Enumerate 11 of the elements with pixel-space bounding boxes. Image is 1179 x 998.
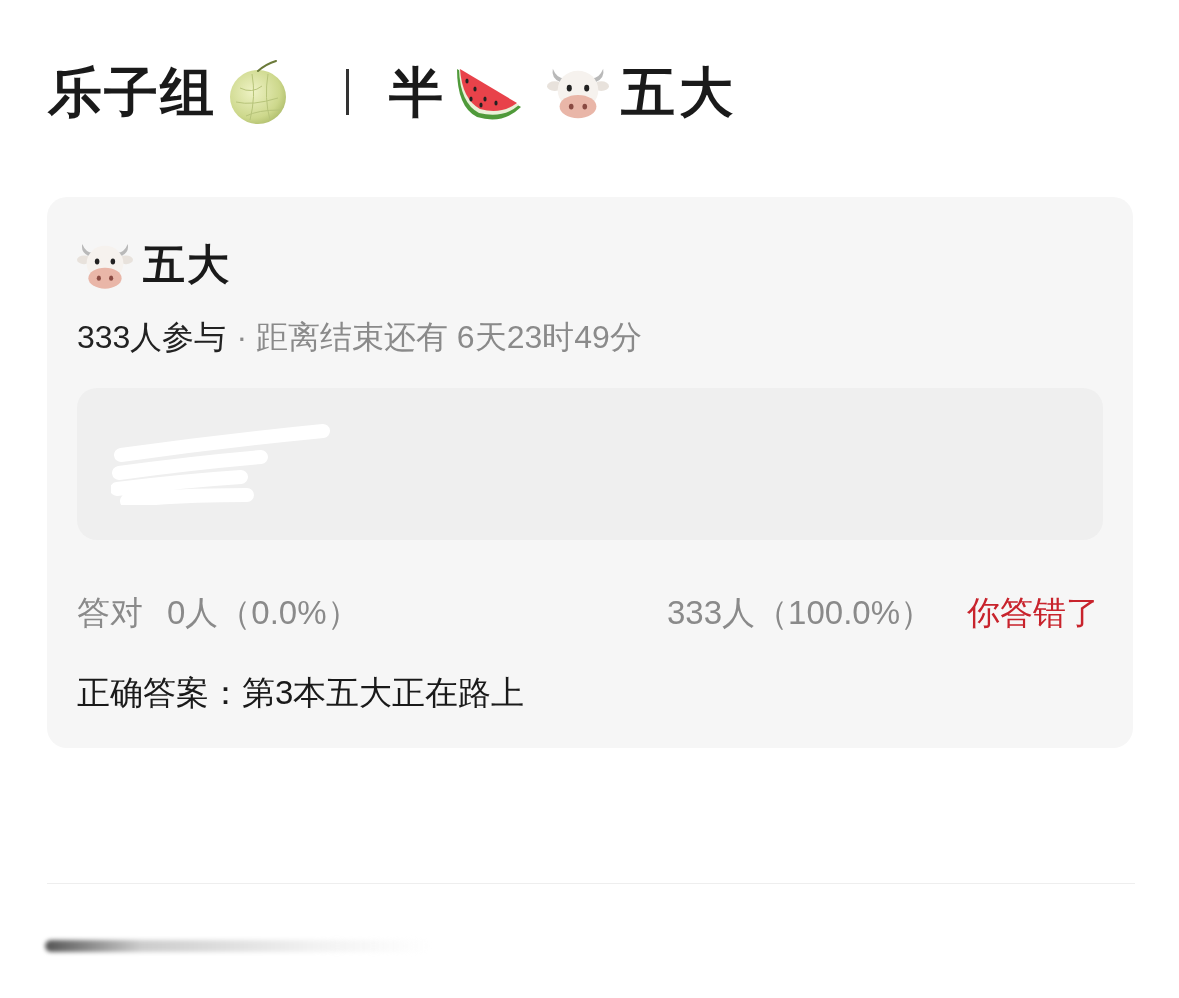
correct-answer: 正确答案：第3本五大正在路上 (77, 673, 525, 713)
participant-count: 333人参与 (77, 318, 227, 357)
result-text: 你答错了 (967, 593, 1099, 633)
correct-label: 答对 (77, 593, 143, 633)
correct-count: 0人（0.0%） (167, 593, 360, 633)
header-topic: 五大 (621, 61, 737, 124)
wrong-count: 333人（100.0%） (667, 593, 933, 633)
header-subtitle: 半 (389, 61, 443, 124)
quiz-title: 五大 (143, 240, 231, 290)
deadline-text: · 距离结束还有 6天23时49分 (236, 318, 642, 357)
group-name: 乐子组 (48, 61, 216, 124)
